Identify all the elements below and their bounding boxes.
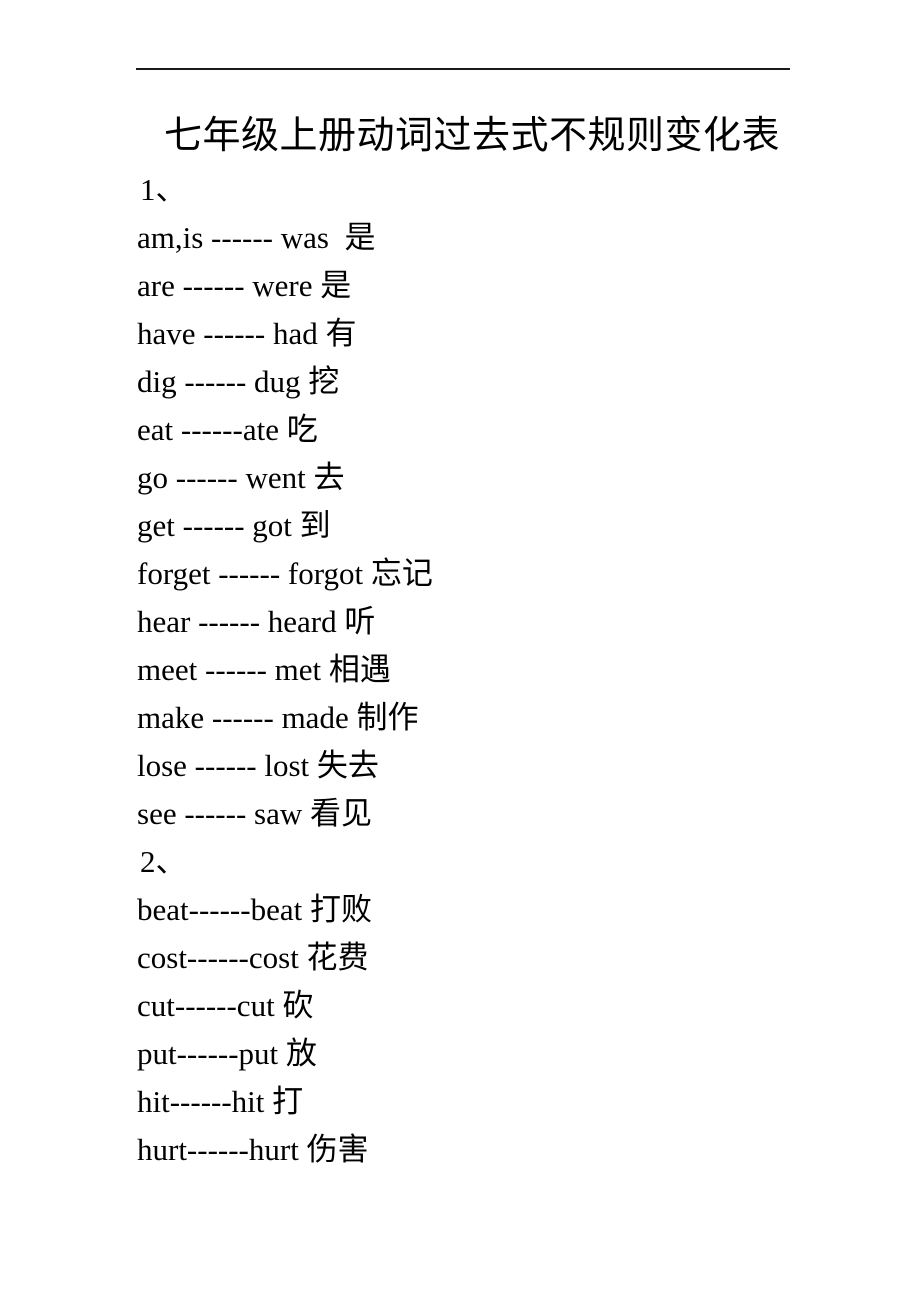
verb-entry-cut: cut------cut 砍 — [137, 988, 314, 1023]
verb-entry-make: make ------ made 制作 — [137, 700, 419, 735]
verb-entry-hurt: hurt------hurt 伤害 — [137, 1132, 369, 1167]
verb-entry-forget: forget ------ forgot 忘记 — [137, 556, 433, 591]
verb-entry-hit: hit------hit 打 — [137, 1084, 304, 1119]
document-page: 七年级上册动词过去式不规则变化表 1、 am,is ------ was 是 a… — [0, 0, 920, 1302]
verb-entry-eat: eat ------ate 吃 — [137, 412, 318, 447]
section-label-2: 2、 — [140, 844, 187, 879]
verb-entry-have: have ------ had 有 — [137, 316, 357, 351]
verb-entry-go: go ------ went 去 — [137, 460, 345, 495]
verb-entry-see: see ------ saw 看见 — [137, 796, 372, 831]
verb-entry-hear: hear ------ heard 听 — [137, 604, 376, 639]
verb-entry-are: are ------ were 是 — [137, 268, 352, 303]
verb-list-body: 1、 am,is ------ was 是 are ------ were 是 … — [137, 166, 837, 1174]
header-rule-divider — [136, 68, 790, 70]
verb-entry-meet: meet ------ met 相遇 — [137, 652, 391, 687]
verb-entry-put: put------put 放 — [137, 1036, 317, 1071]
verb-entry-am-is: am,is ------ was 是 — [137, 220, 376, 255]
section-label-1: 1、 — [140, 172, 187, 207]
verb-entry-dig: dig ------ dug 挖 — [137, 364, 340, 399]
verb-entry-cost: cost------cost 花费 — [137, 940, 369, 975]
verb-entry-get: get ------ got 到 — [137, 508, 331, 543]
page-title: 七年级上册动词过去式不规则变化表 — [164, 115, 781, 157]
verb-entry-lose: lose ------ lost 失去 — [137, 748, 379, 783]
verb-entry-beat: beat------beat 打败 — [137, 892, 372, 927]
